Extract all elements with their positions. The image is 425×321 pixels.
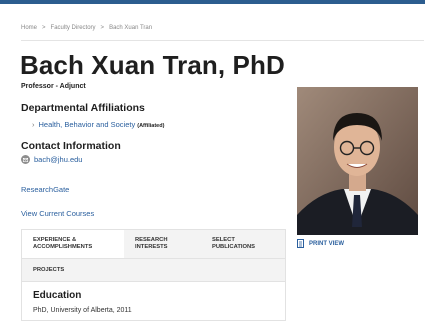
tab-label: EXPERIENCE & bbox=[33, 237, 77, 243]
breadcrumb-separator: > bbox=[42, 25, 46, 31]
tab-row: PROJECTS bbox=[22, 259, 285, 282]
profile-tabs: EXPERIENCE & ACCOMPLISHMENTS RESEARCH IN… bbox=[21, 229, 286, 321]
chevron-right-icon: › bbox=[32, 120, 35, 129]
top-bar bbox=[0, 0, 425, 4]
department-link[interactable]: › Health, Behavior and Society (Affiliated… bbox=[32, 120, 164, 129]
tab-label: PUBLICATIONS bbox=[212, 244, 256, 250]
email-icon bbox=[21, 155, 30, 164]
print-view-label: PRINT VIEW bbox=[309, 240, 345, 247]
contact-heading: Contact Information bbox=[21, 140, 121, 152]
tab-label: SELECT bbox=[212, 237, 235, 243]
breadcrumb-home[interactable]: Home bbox=[21, 25, 37, 31]
tab-label: INTERESTS bbox=[135, 244, 168, 250]
breadcrumb-current: Bach Xuan Tran bbox=[109, 25, 153, 31]
email-address[interactable]: bach@jhu.edu bbox=[34, 155, 82, 164]
view-courses-link[interactable]: View Current Courses bbox=[21, 209, 94, 218]
tab-row: EXPERIENCE & ACCOMPLISHMENTS RESEARCH IN… bbox=[22, 230, 285, 259]
faculty-title: Professor - Adjunct bbox=[21, 83, 86, 90]
profile-photo bbox=[297, 87, 418, 235]
breadcrumb: Home > Faculty Directory > Bach Xuan Tran bbox=[21, 25, 152, 31]
email-link[interactable]: bach@jhu.edu bbox=[21, 155, 82, 164]
tab-label: RESEARCH bbox=[135, 237, 168, 243]
tab-label: ACCOMPLISHMENTS bbox=[33, 244, 93, 250]
breadcrumb-faculty-directory[interactable]: Faculty Directory bbox=[51, 25, 96, 31]
researchgate-link[interactable]: ResearchGate bbox=[21, 185, 69, 194]
departments-heading: Departmental Affiliations bbox=[21, 102, 145, 114]
divider bbox=[21, 40, 424, 41]
breadcrumb-separator: > bbox=[100, 25, 105, 31]
affiliation-tag: (Affiliated) bbox=[137, 123, 165, 129]
department-name[interactable]: Health, Behavior and Society bbox=[39, 120, 136, 129]
education-heading: Education bbox=[33, 290, 82, 301]
page-title: Bach Xuan Tran, PhD bbox=[20, 50, 285, 80]
tab-experience[interactable]: EXPERIENCE & ACCOMPLISHMENTS bbox=[22, 230, 124, 258]
tab-projects[interactable]: PROJECTS bbox=[22, 259, 124, 281]
document-icon bbox=[297, 239, 304, 248]
tab-research-interests[interactable]: RESEARCH INTERESTS bbox=[124, 230, 209, 258]
print-view-button[interactable]: PRINT VIEW bbox=[297, 239, 344, 248]
tab-select-publications[interactable]: SELECT PUBLICATIONS bbox=[209, 230, 285, 258]
education-degree: PhD, University of Alberta, 2011 bbox=[33, 307, 132, 314]
